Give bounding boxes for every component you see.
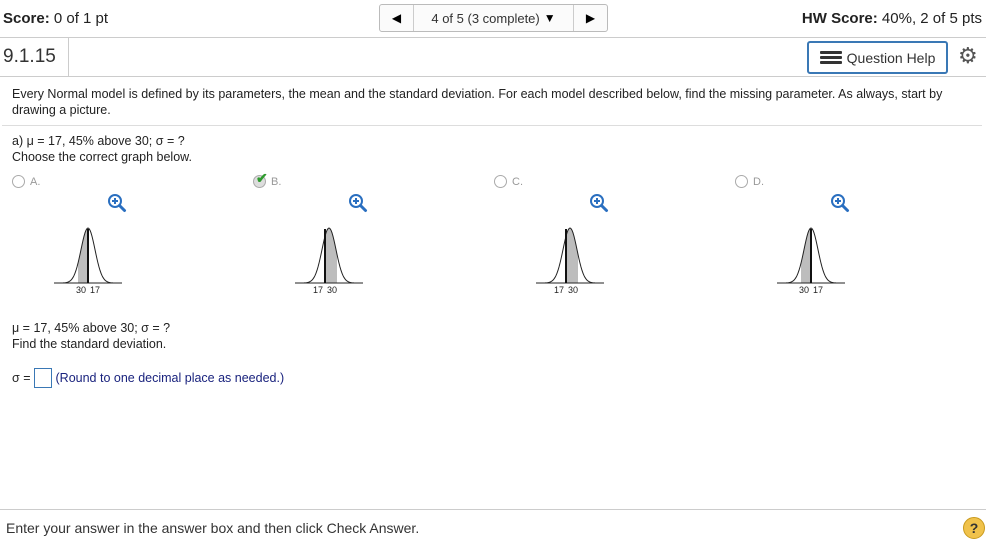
option-label[interactable]: D. bbox=[735, 175, 764, 188]
next-question-button[interactable]: ▶ bbox=[573, 5, 607, 31]
divider bbox=[2, 125, 982, 126]
option-letter: B. bbox=[271, 175, 282, 188]
graph-option-b[interactable]: ✔ B. 17 30 bbox=[253, 170, 493, 303]
option-letter: A. bbox=[30, 175, 41, 188]
part-b-instruction: Find the standard deviation. bbox=[12, 337, 167, 351]
radio-button[interactable]: ✔ bbox=[253, 170, 268, 188]
question-position: 4 of 5 (3 complete) bbox=[431, 10, 540, 26]
tick-label-left: 17 bbox=[554, 285, 564, 295]
tick-label-left: 30 bbox=[76, 285, 86, 295]
tick-label-right: 17 bbox=[90, 285, 100, 295]
list-icon bbox=[819, 50, 842, 65]
graph-option-a[interactable]: A. 30 17 bbox=[12, 173, 252, 303]
answer-input-box[interactable] bbox=[33, 368, 52, 388]
shaded-area bbox=[566, 228, 578, 283]
zoom-in-icon[interactable] bbox=[348, 193, 368, 213]
instructions-text: Every Normal model is defined by its par… bbox=[12, 87, 943, 117]
footer: Enter your answer in the answer box and … bbox=[0, 509, 986, 545]
hw-score-value: 40%, 2 of 5 pts bbox=[881, 10, 982, 27]
triangle-right-icon: ▶ bbox=[585, 11, 596, 25]
graph-option-d[interactable]: D. 30 17 bbox=[735, 173, 975, 303]
help-question-icon[interactable]: ? bbox=[963, 517, 985, 539]
answer-row: σ = (Round to one decimal place as neede… bbox=[12, 368, 284, 388]
normal-curve-graph: 30 17 bbox=[54, 227, 122, 295]
question-number: 9.1.15 bbox=[0, 38, 69, 76]
option-label[interactable]: A. bbox=[12, 175, 40, 188]
score: Score: 0 of 1 pt bbox=[3, 10, 108, 27]
part-b: μ = 17, 45% above 30; σ = ? Find the sta… bbox=[12, 320, 170, 352]
score-label: Score: bbox=[3, 10, 50, 27]
zoom-in-icon[interactable] bbox=[830, 193, 850, 213]
score-value: 0 of 1 pt bbox=[53, 10, 109, 27]
option-label[interactable]: C. bbox=[494, 175, 523, 188]
radio-button[interactable] bbox=[12, 175, 25, 188]
normal-curve-graph: 17 30 bbox=[536, 227, 604, 295]
normal-curve-graph: 30 17 bbox=[777, 227, 845, 295]
gear-icon[interactable]: ⚙ bbox=[958, 45, 978, 67]
question-help-button[interactable]: Question Help bbox=[807, 41, 948, 74]
option-letter: C. bbox=[512, 175, 523, 188]
tick-label-left: 30 bbox=[799, 285, 809, 295]
question-help-label: Question Help bbox=[846, 49, 936, 66]
footer-instruction: Enter your answer in the answer box and … bbox=[6, 520, 420, 536]
checkmark-icon: ✔ bbox=[256, 170, 268, 186]
previous-question-button[interactable]: ◀ bbox=[380, 5, 414, 31]
hw-score-label: HW Score: bbox=[801, 10, 878, 27]
shaded-area bbox=[325, 228, 337, 283]
option-label[interactable]: ✔ B. bbox=[253, 170, 282, 188]
tick-label-right: 17 bbox=[813, 285, 823, 295]
radio-button[interactable] bbox=[494, 175, 507, 188]
tick-label-right: 30 bbox=[327, 285, 337, 295]
part-a: a) μ = 17, 45% above 30; σ = ? Choose th… bbox=[12, 133, 192, 165]
graph-option-c[interactable]: C. 17 30 bbox=[494, 173, 734, 303]
answer-prefix: σ = bbox=[12, 371, 31, 385]
tick-label-right: 30 bbox=[568, 285, 578, 295]
tick-label-left: 17 bbox=[313, 285, 323, 295]
top-bar: Score: 0 of 1 pt ◀ 4 of 5 (3 complete) ▼… bbox=[0, 0, 986, 38]
caret-down-icon: ▼ bbox=[543, 11, 556, 25]
hw-score: HW Score: 40%, 2 of 5 pts bbox=[802, 10, 982, 27]
option-letter: D. bbox=[753, 175, 764, 188]
part-b-prompt: μ = 17, 45% above 30; σ = ? bbox=[12, 321, 171, 335]
radio-button[interactable] bbox=[735, 175, 748, 188]
zoom-in-icon[interactable] bbox=[107, 193, 127, 213]
zoom-in-icon[interactable] bbox=[589, 193, 609, 213]
rounding-hint: (Round to one decimal place as needed.) bbox=[55, 371, 285, 385]
part-a-instruction: Choose the correct graph below. bbox=[12, 150, 192, 164]
part-a-prompt: a) μ = 17, 45% above 30; σ = ? bbox=[12, 134, 185, 148]
question-navigator: ◀ 4 of 5 (3 complete) ▼ ▶ bbox=[379, 4, 608, 32]
triangle-left-icon: ◀ bbox=[391, 11, 402, 25]
question-bar: 9.1.15 Question Help bbox=[0, 38, 986, 77]
normal-curve-graph: 17 30 bbox=[295, 227, 363, 295]
question-select-dropdown[interactable]: 4 of 5 (3 complete) ▼ bbox=[414, 5, 573, 31]
